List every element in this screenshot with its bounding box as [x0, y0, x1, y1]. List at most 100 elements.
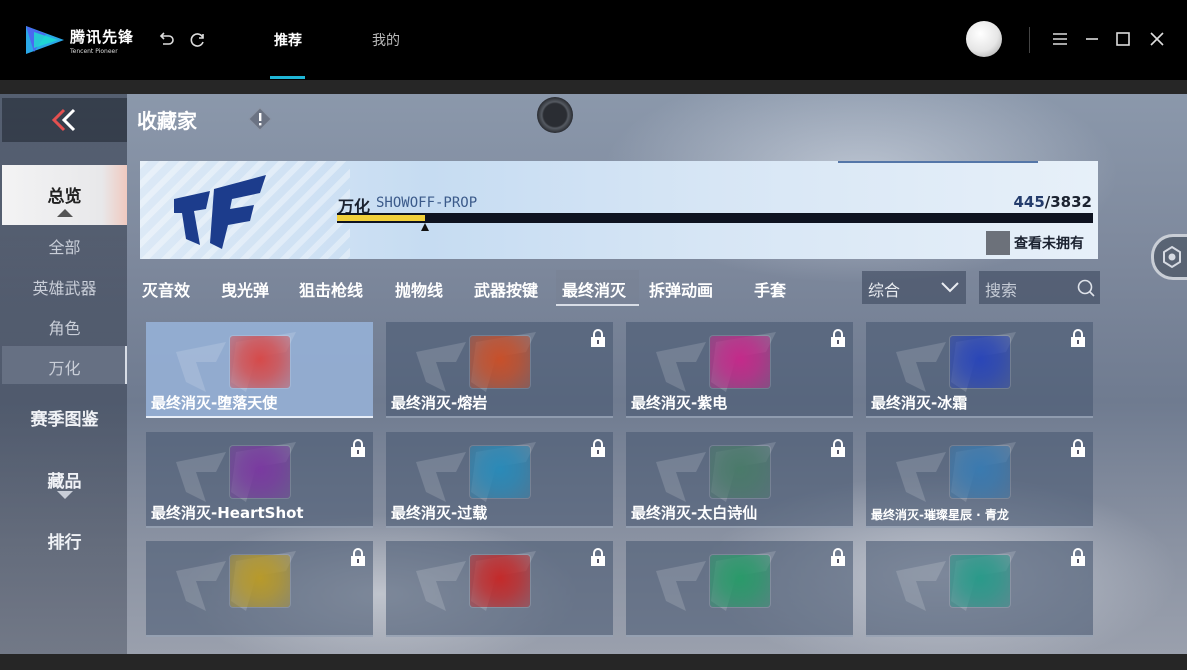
- item-card[interactable]: [626, 541, 853, 637]
- maximize-icon[interactable]: [1114, 30, 1132, 48]
- category-tab-parabola[interactable]: 抛物线: [395, 277, 443, 301]
- lock-icon: [831, 439, 845, 457]
- item-card[interactable]: 最终消灭-璀璨星辰 · 青龙: [866, 432, 1093, 528]
- lock-icon: [351, 439, 365, 457]
- collection-count: 445/3832: [1013, 193, 1092, 211]
- top-frame-strip: [0, 80, 1187, 94]
- item-thumbnail: [950, 555, 1010, 607]
- collection-progress-fill: [337, 215, 425, 221]
- tab-recommend[interactable]: 推荐: [274, 30, 302, 50]
- item-thumbnail: [470, 446, 530, 498]
- info-icon[interactable]: [248, 107, 272, 131]
- game-screen: 总览 全部 英雄武器 角色 万化 赛季图鉴 藏品 排行 收藏家 万化 SHOWO…: [0, 94, 1187, 654]
- refresh-icon[interactable]: [188, 30, 208, 50]
- gear-icon: [1163, 245, 1181, 269]
- collection-progress-track: [337, 213, 1093, 223]
- caret-up-icon: [57, 209, 73, 217]
- back-button[interactable]: [2, 98, 127, 142]
- sidebar-item-all[interactable]: 全部: [2, 234, 127, 258]
- tencent-pioneer-logo-icon: [26, 26, 64, 54]
- page-title: 收藏家: [137, 109, 197, 133]
- brand-name-en: Tencent Pioneer: [70, 48, 118, 55]
- item-thumbnail: [710, 336, 770, 388]
- item-thumbnail: [950, 336, 1010, 388]
- item-label: 最终消灭-熔岩: [391, 394, 488, 412]
- sidebar-item-ranking[interactable]: 排行: [2, 528, 127, 553]
- item-thumbnail: [710, 446, 770, 498]
- show-unowned-label[interactable]: 查看未拥有: [1014, 233, 1084, 253]
- side-drawer-handle[interactable]: [1151, 234, 1187, 280]
- item-card[interactable]: 最终消灭-过载: [386, 432, 613, 528]
- caret-down-icon: [57, 491, 73, 499]
- brand-name: 腾讯先锋: [70, 28, 135, 46]
- item-thumbnail: [950, 446, 1010, 498]
- item-card[interactable]: [146, 541, 373, 637]
- sidebar-item-characters[interactable]: 角色: [2, 315, 127, 339]
- title-bar: 腾讯先锋 Tencent Pioneer 推荐 我的: [0, 0, 1187, 80]
- lock-icon: [831, 548, 845, 566]
- item-card[interactable]: [386, 541, 613, 637]
- item-label: 最终消灭-HeartShot: [151, 504, 304, 522]
- lock-icon: [591, 439, 605, 457]
- cf-logo-icon: [174, 175, 266, 249]
- sidebar-item-hero-weapons[interactable]: 英雄武器: [2, 275, 127, 299]
- sidebar-item-season-catalog[interactable]: 赛季图鉴: [2, 405, 127, 430]
- lock-icon: [831, 329, 845, 347]
- item-thumbnail: [470, 555, 530, 607]
- category-tab-silencer-sfx[interactable]: 灭音效: [142, 277, 190, 301]
- avatar[interactable]: [966, 21, 1002, 57]
- category-tab-tracer[interactable]: 曳光弹: [221, 277, 269, 301]
- sidebar-item-overview[interactable]: 总览: [2, 165, 127, 225]
- item-label: 最终消灭-冰霜: [871, 394, 968, 412]
- lock-icon: [591, 329, 605, 347]
- lock-icon: [1071, 329, 1085, 347]
- owned-count: 445: [1013, 193, 1045, 211]
- brand: 腾讯先锋 Tencent Pioneer: [70, 26, 134, 55]
- item-thumbnail: [230, 446, 290, 498]
- lock-icon: [1071, 439, 1085, 457]
- tab-mine[interactable]: 我的: [372, 30, 400, 50]
- total-count: /3832: [1044, 193, 1092, 211]
- item-thumbnail: [230, 555, 290, 607]
- menu-icon[interactable]: [1051, 30, 1069, 48]
- sidebar-item-collectibles[interactable]: 藏品: [2, 467, 127, 499]
- search-icon[interactable]: [1076, 278, 1096, 298]
- progress-marker-icon: [421, 223, 429, 231]
- lock-icon: [351, 548, 365, 566]
- sidebar-item-label: 藏品: [47, 472, 82, 492]
- item-label: 最终消灭-璀璨星辰 · 青龙: [871, 508, 1009, 522]
- item-card[interactable]: 最终消灭-堕落天使: [146, 322, 373, 418]
- category-tab-sniper-line[interactable]: 狙击枪线: [299, 277, 363, 301]
- category-tab-weapon-button[interactable]: 武器按键: [474, 277, 538, 301]
- item-card[interactable]: 最终消灭-紫电: [626, 322, 853, 418]
- banner-topline: [838, 161, 1038, 163]
- lock-icon: [591, 548, 605, 566]
- item-card[interactable]: 最终消灭-冰霜: [866, 322, 1093, 418]
- floating-button[interactable]: [537, 97, 573, 133]
- sidebar-item-wanhua[interactable]: 万化: [2, 355, 127, 379]
- item-thumbnail: [710, 555, 770, 607]
- close-icon[interactable]: [1148, 30, 1166, 48]
- minimize-icon[interactable]: [1083, 30, 1101, 48]
- game-sidebar: 总览 全部 英雄武器 角色 万化 赛季图鉴 藏品 排行: [0, 94, 127, 654]
- chevron-down-icon: [941, 282, 959, 293]
- item-card[interactable]: 最终消灭-熔岩: [386, 322, 613, 418]
- item-thumbnail: [230, 336, 290, 388]
- double-chevron-left-icon: [51, 108, 75, 132]
- item-card[interactable]: 最终消灭-太白诗仙: [626, 432, 853, 528]
- divider: [1029, 27, 1030, 53]
- item-card[interactable]: [866, 541, 1093, 637]
- undo-icon[interactable]: [156, 30, 176, 50]
- item-label: 最终消灭-过载: [391, 504, 488, 522]
- item-label: 最终消灭-紫电: [631, 394, 728, 412]
- show-unowned-checkbox[interactable]: [986, 231, 1010, 255]
- collection-banner: 万化 SHOWOFF-PROP 445/3832 查看未拥有: [140, 161, 1098, 259]
- active-tab-indicator: [270, 76, 305, 79]
- item-thumbnail: [470, 336, 530, 388]
- category-tab-defuse-animation[interactable]: 拆弹动画: [649, 277, 713, 301]
- category-tab-gloves[interactable]: 手套: [754, 277, 786, 301]
- category-tab-final-kill[interactable]: 最终消灭: [562, 277, 626, 301]
- item-card[interactable]: 最终消灭-HeartShot: [146, 432, 373, 528]
- app-window: 腾讯先锋 Tencent Pioneer 推荐 我的 总览 全部 英雄武器 角色…: [0, 0, 1187, 670]
- banner-subtitle: SHOWOFF-PROP: [376, 195, 478, 211]
